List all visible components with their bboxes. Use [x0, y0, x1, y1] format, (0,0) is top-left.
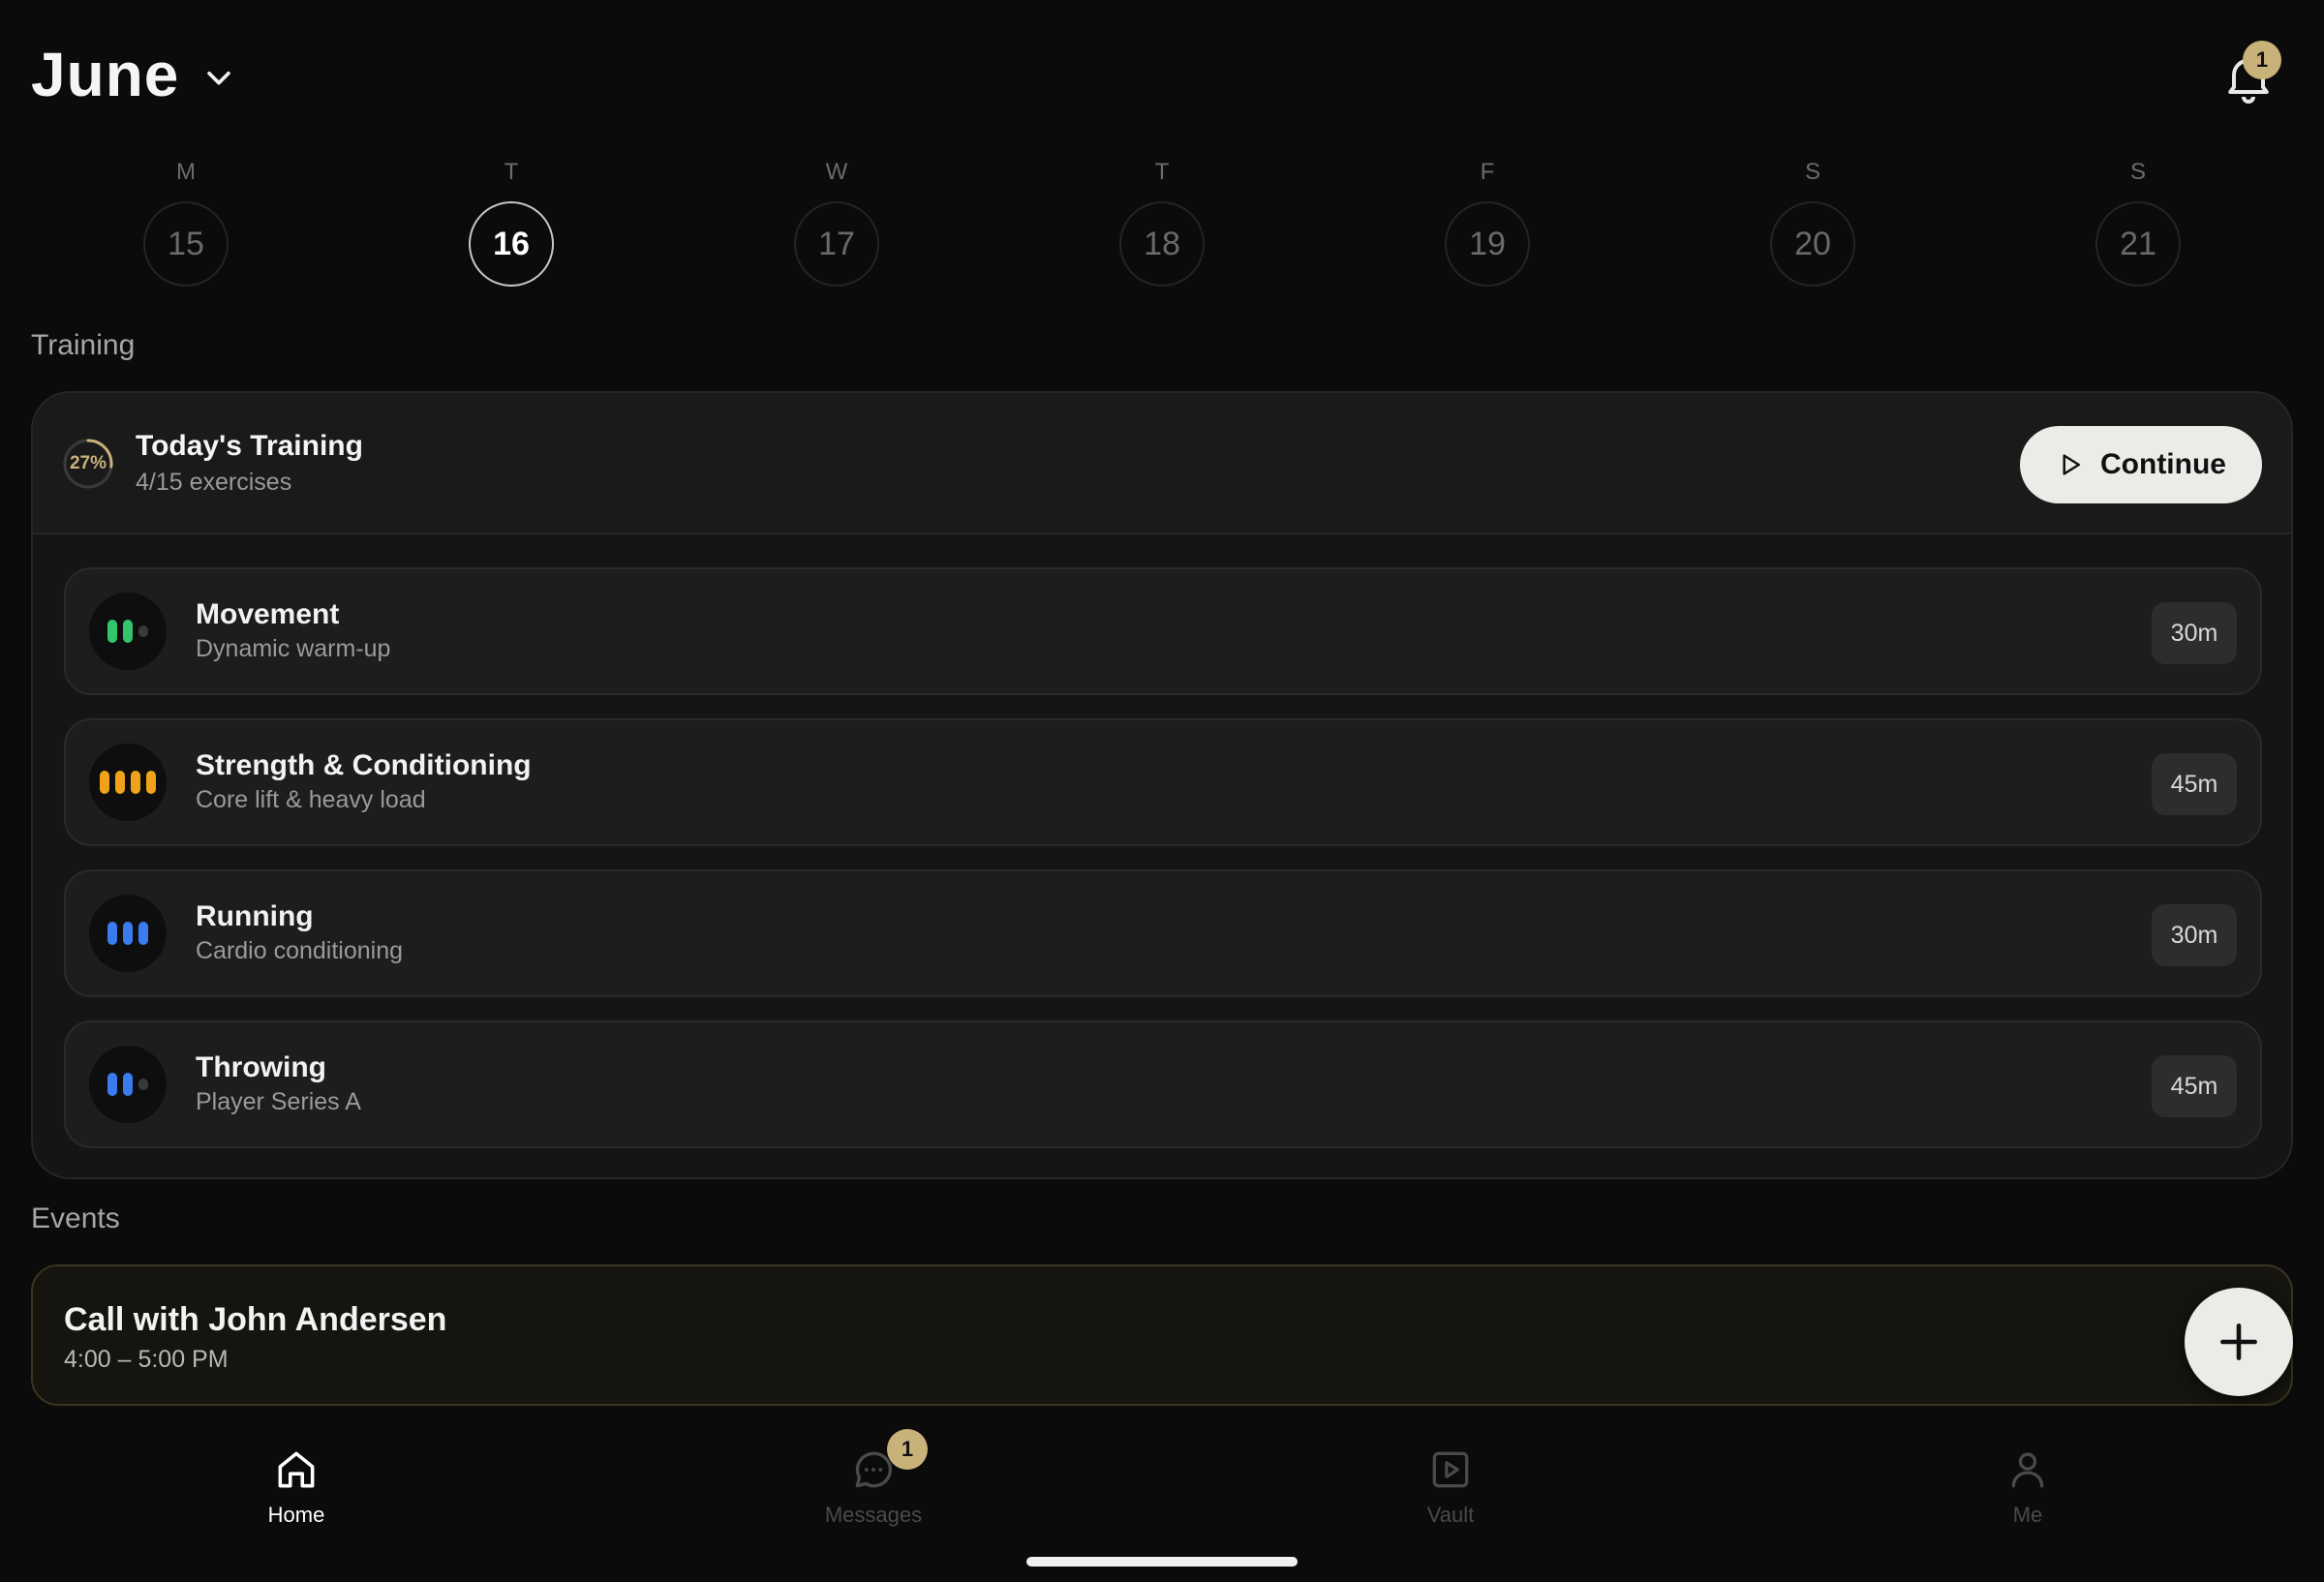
training-card: 27% Today's Training 4/15 exercises Cont…: [31, 391, 2293, 1179]
intensity-bar-filled: [100, 771, 109, 794]
person-icon: [2001, 1443, 2055, 1497]
intensity-bar-filled: [123, 620, 133, 643]
intensity-bar-empty: [138, 1079, 148, 1090]
intensity-bar-filled: [123, 1073, 133, 1096]
intensity-bars-icon: [89, 593, 167, 670]
intensity-bar-empty: [138, 625, 148, 637]
training-item-subtitle: Cardio conditioning: [196, 937, 404, 964]
training-item-subtitle: Core lift & heavy load: [196, 786, 426, 813]
tab-messages[interactable]: Messages: [777, 1443, 970, 1528]
training-item-title: Throwing: [196, 1051, 326, 1083]
tab-label: Me: [2012, 1503, 2043, 1527]
day-number: 21: [2095, 201, 2181, 287]
duration-badge: 30m: [2152, 602, 2237, 664]
messages-badge: 1: [887, 1429, 928, 1470]
month-selector[interactable]: June: [31, 39, 235, 110]
tab-vault[interactable]: Vault: [1354, 1443, 1547, 1528]
training-section-label: Training: [31, 329, 136, 361]
training-item-title: Movement: [196, 598, 340, 630]
chevron-down-icon: [202, 61, 235, 94]
training-item-subtitle: Dynamic warm-up: [196, 635, 391, 662]
intensity-bar-filled: [107, 1073, 117, 1096]
events-section-label: Events: [31, 1202, 120, 1234]
event-title: Call with John Andersen: [64, 1301, 447, 1338]
duration-badge: 30m: [2152, 904, 2237, 966]
progress-percent: 27%: [69, 453, 107, 473]
day-20[interactable]: S 20: [1770, 155, 1855, 287]
week-strip: M 15 T 16 W 17 T 18 F 19 S 20 S 21: [0, 155, 2324, 290]
day-16-selected[interactable]: T 16: [469, 155, 554, 287]
add-button[interactable]: [2185, 1288, 2293, 1396]
intensity-bar-filled: [146, 771, 156, 794]
day-of-week: S: [1804, 159, 1820, 185]
training-item-movement[interactable]: Movement Dynamic warm-up 30m: [64, 567, 2262, 695]
training-item-title: Running: [196, 900, 314, 932]
day-of-week: S: [2129, 159, 2146, 185]
home-icon: [269, 1443, 323, 1497]
tab-label: Messages: [824, 1503, 923, 1527]
training-item-running[interactable]: Running Cardio conditioning 30m: [64, 869, 2262, 997]
day-18[interactable]: T 18: [1119, 155, 1205, 287]
intensity-bar-filled: [131, 771, 140, 794]
day-19[interactable]: F 19: [1445, 155, 1530, 287]
day-number: 20: [1770, 201, 1855, 287]
notification-badge: 1: [2243, 41, 2281, 79]
day-17[interactable]: W 17: [794, 155, 879, 287]
day-of-week: M: [176, 159, 196, 185]
intensity-bars-icon: [89, 895, 167, 972]
day-number: 18: [1119, 201, 1205, 287]
home-indicator[interactable]: [1026, 1557, 1298, 1567]
event-time: 4:00 – 5:00 PM: [64, 1346, 229, 1373]
training-item-strength[interactable]: Strength & Conditioning Core lift & heav…: [64, 718, 2262, 846]
intensity-bar-filled: [138, 922, 148, 945]
training-item-throwing[interactable]: Throwing Player Series A 45m: [64, 1020, 2262, 1148]
day-15[interactable]: M 15: [143, 155, 229, 287]
intensity-bars-icon: [89, 744, 167, 821]
training-title: Today's Training: [136, 430, 363, 462]
training-item-subtitle: Player Series A: [196, 1088, 361, 1115]
intensity-bar-filled: [107, 620, 117, 643]
play-icon: [2063, 454, 2080, 475]
day-number: 19: [1445, 201, 1530, 287]
play-square-icon: [1423, 1443, 1478, 1497]
intensity-bar-filled: [123, 922, 133, 945]
event-card[interactable]: Call with John Andersen 4:00 – 5:00 PM: [31, 1264, 2293, 1406]
training-item-title: Strength & Conditioning: [196, 749, 532, 781]
duration-badge: 45m: [2152, 1055, 2237, 1117]
tab-home[interactable]: Home: [199, 1443, 393, 1528]
tab-label: Home: [267, 1503, 325, 1527]
day-of-week: T: [504, 159, 519, 185]
tab-label: Vault: [1426, 1503, 1475, 1527]
plus-icon: [2220, 1323, 2257, 1360]
intensity-bar-filled: [115, 771, 125, 794]
day-of-week: F: [1480, 159, 1495, 185]
training-card-header: 27% Today's Training 4/15 exercises Cont…: [33, 393, 2291, 534]
day-21[interactable]: S 21: [2095, 155, 2181, 287]
exercise-count: 4/15 exercises: [136, 469, 292, 496]
duration-badge: 45m: [2152, 753, 2237, 815]
day-number: 15: [143, 201, 229, 287]
continue-label: Continue: [2100, 448, 2226, 480]
day-number: 17: [794, 201, 879, 287]
month-title: June: [31, 40, 180, 109]
tab-me[interactable]: Me: [1931, 1443, 2125, 1528]
day-of-week: T: [1154, 159, 1170, 185]
tab-bar: Home Messages Vault Me: [0, 1433, 2324, 1549]
day-number: 16: [469, 201, 554, 287]
intensity-bars-icon: [89, 1046, 167, 1123]
day-of-week: W: [825, 159, 848, 185]
continue-button[interactable]: Continue: [2020, 426, 2262, 503]
intensity-bar-filled: [107, 922, 117, 945]
